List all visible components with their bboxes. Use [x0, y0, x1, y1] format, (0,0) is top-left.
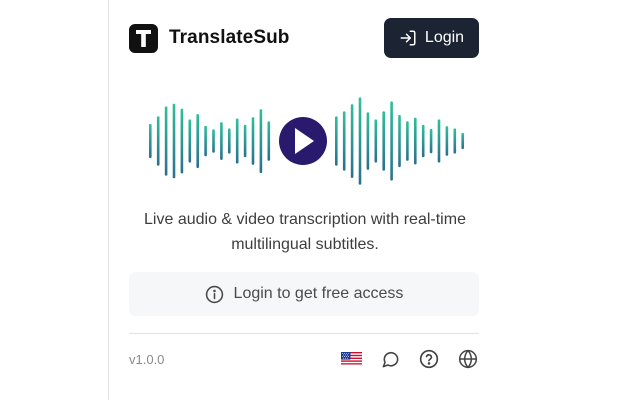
globe-icon[interactable] [457, 348, 479, 370]
waveform-bar-right-0 [335, 116, 338, 166]
waveform-bar-left-15 [267, 121, 271, 161]
waveform-bar-right-11 [421, 124, 425, 158]
waveform-right [335, 97, 464, 185]
waveform-bar-right-10 [414, 117, 417, 165]
waveform-bar-left-14 [259, 109, 263, 173]
waveform-bar-left-7 [204, 125, 207, 157]
logo-icon [129, 23, 158, 53]
waveform-bar-left-11 [235, 118, 239, 164]
brand: TranslateSub [129, 23, 290, 53]
us-flag-icon[interactable] [340, 348, 362, 370]
waveform-bar-left-2 [164, 106, 168, 176]
logo-letter-t [136, 29, 151, 47]
waveform-bar-left-10 [228, 128, 231, 154]
description: Live audio & video transcription with re… [110, 207, 500, 257]
waveform-bar-right-4 [366, 112, 370, 170]
login-icon [399, 29, 417, 47]
waveform-bar-left-3 [172, 103, 176, 179]
play-button[interactable] [279, 117, 327, 165]
waveform-bar-right-16 [461, 132, 464, 150]
login-button[interactable]: Login [384, 18, 479, 58]
footer-icons [340, 348, 479, 370]
help-circle-icon[interactable] [418, 348, 440, 370]
waveform-bar-left-4 [180, 108, 184, 174]
waveform-bar-right-2 [350, 104, 354, 178]
waveform-bar-left-1 [156, 116, 160, 166]
login-label: Login [424, 29, 465, 46]
waveform-bar-right-1 [342, 111, 346, 171]
header: TranslateSub Login [129, 18, 479, 58]
waveform-left [149, 103, 271, 179]
app-name: TranslateSub [169, 27, 290, 48]
waveform-bar-right-14 [445, 126, 449, 156]
waveform-bar-left-9 [220, 122, 223, 160]
footer-divider [129, 333, 479, 334]
chat-bubble-icon[interactable] [379, 348, 401, 370]
free-access-button[interactable]: Login to get free access [129, 272, 479, 316]
waveform-bar-right-9 [406, 121, 409, 161]
waveform-bar-left-5 [188, 119, 192, 163]
audio-waveform [149, 97, 464, 185]
waveform-bar-left-6 [196, 114, 199, 168]
panel-border [108, 0, 109, 400]
description-line-2: multilingual subtitles. [231, 236, 379, 253]
waveform-bar-left-8 [212, 129, 215, 153]
waveform-bar-right-13 [437, 119, 441, 163]
info-circle-icon [205, 285, 224, 304]
popup-page: TranslateSub Login Live audio & video tr… [0, 0, 640, 400]
waveform-bar-right-6 [382, 111, 385, 171]
waveform-bar-left-0 [149, 123, 152, 159]
waveform-bar-right-12 [429, 128, 433, 154]
version-label: v1.0.0 [129, 351, 165, 367]
waveform-bar-right-8 [398, 114, 401, 168]
waveform-bar-right-7 [390, 101, 393, 181]
footer: v1.0.0 [129, 347, 479, 371]
waveform-bar-left-13 [251, 117, 255, 165]
free-access-label: Login to get free access [233, 285, 404, 302]
waveform-bar-right-3 [358, 97, 362, 185]
waveform-bar-right-15 [453, 128, 457, 154]
waveform-bar-right-5 [374, 119, 378, 163]
description-line-1: Live audio & video transcription with re… [144, 211, 466, 228]
waveform-bar-left-12 [243, 124, 247, 158]
